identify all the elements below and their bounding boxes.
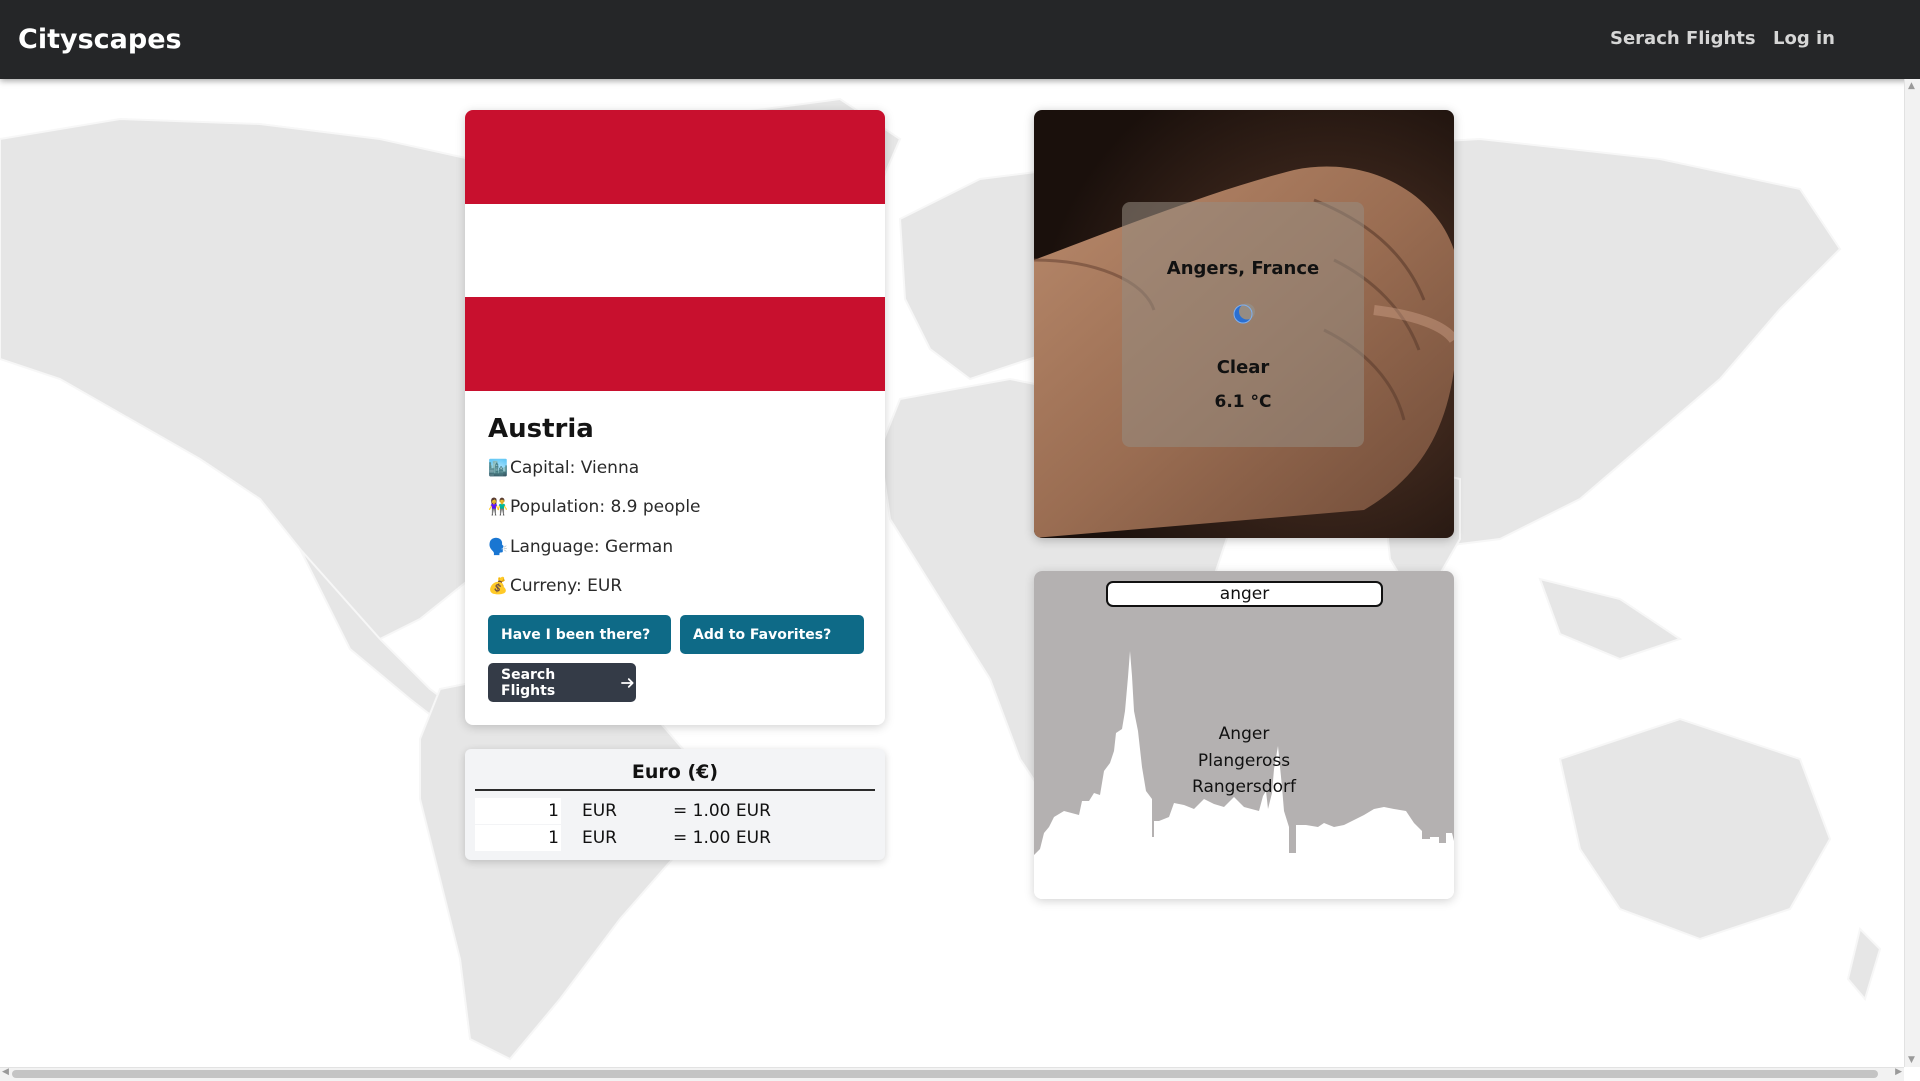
money-bag-icon: 💰 [488, 576, 508, 595]
brand-logo[interactable]: Cityscapes [18, 24, 182, 55]
language-info: 🗣️ Language: German [488, 537, 673, 557]
nav-login-link[interactable]: Log in [1773, 28, 1835, 49]
horizontal-scrollbar-thumb[interactable] [12, 1070, 1878, 1078]
scroll-left-arrow-icon[interactable]: ◀ [2, 1067, 9, 1077]
flag-band-bottom [465, 297, 885, 391]
weather-card: Angers, France Clear 6.1 °C [1034, 110, 1454, 538]
weather-condition: Clear [1216, 357, 1270, 378]
currency-title: Euro (€) [631, 761, 719, 783]
currency-code: EUR [582, 801, 617, 821]
city-search-input[interactable] [1106, 581, 1383, 607]
add-to-favorites-button[interactable]: Add to Favorites? [680, 615, 864, 654]
have-i-been-there-button[interactable]: Have I been there? [488, 615, 671, 654]
arrow-right-icon [621, 677, 634, 688]
currency-result: = 1.00 EUR [673, 828, 771, 848]
people-icon: 👫 [488, 497, 508, 516]
weather-panel: Angers, France Clear 6.1 °C [1122, 202, 1364, 447]
crescent-moon-icon [1233, 303, 1255, 324]
weather-city: Angers, France [1166, 258, 1320, 279]
search-flights-label: Search Flights [501, 666, 556, 699]
vertical-scrollbar[interactable]: ▲ ▼ [1904, 79, 1920, 1067]
language-text: Language: German [510, 537, 674, 557]
search-flights-button[interactable]: Search Flights [488, 663, 636, 702]
search-result-item[interactable]: Anger [1034, 721, 1454, 748]
currency-info: 💰 Curreny: EUR [488, 576, 622, 596]
capital-text: Capital: Vienna [510, 458, 640, 478]
flag-band-top [465, 110, 885, 204]
population-info: 👫 Population: 8.9 people [488, 497, 701, 517]
nav-search-flights-link[interactable]: Serach Flights [1610, 28, 1756, 49]
flag-band-middle [465, 203, 885, 298]
world-map-background [0, 79, 1904, 1067]
currency-converter-card: Euro (€) 1 EUR = 1.00 EUR 1 EUR = 1.00 E… [465, 749, 885, 860]
currency-row: 1 EUR = 1.00 EUR [475, 798, 875, 824]
currency-result: = 1.00 EUR [673, 801, 771, 821]
city-search-card: Anger Plangeross Rangersdorf [1034, 571, 1454, 899]
speaking-head-icon: 🗣️ [488, 537, 508, 556]
population-text: Population: 8.9 people [510, 497, 701, 517]
currency-code: EUR [582, 828, 617, 848]
currency-divider [475, 789, 875, 791]
weather-temperature: 6.1 °C [1214, 392, 1272, 412]
country-card: Austria 🏙️ Capital: Vienna 👫 Population: 8… [465, 110, 885, 725]
scroll-up-arrow-icon[interactable]: ▲ [1908, 81, 1915, 91]
scroll-down-arrow-icon[interactable]: ▼ [1908, 1055, 1915, 1065]
country-flag [465, 110, 885, 391]
search-result-item[interactable]: Rangersdorf [1034, 774, 1454, 801]
horizontal-scrollbar[interactable]: ◀ ▶ [0, 1067, 1904, 1081]
currency-amount-input[interactable]: 1 [475, 798, 561, 824]
cityscape-icon: 🏙️ [488, 458, 508, 477]
capital-info: 🏙️ Capital: Vienna [488, 458, 639, 478]
currency-amount-input[interactable]: 1 [475, 825, 561, 851]
scroll-right-arrow-icon[interactable]: ▶ [1895, 1067, 1902, 1077]
top-navbar: Cityscapes Serach Flights Log in [0, 0, 1920, 79]
search-result-item[interactable]: Plangeross [1034, 748, 1454, 775]
currency-text: Curreny: EUR [510, 576, 623, 596]
country-name: Austria [488, 414, 594, 444]
search-results-list: Anger Plangeross Rangersdorf [1034, 721, 1454, 801]
currency-row: 1 EUR = 1.00 EUR [475, 825, 875, 851]
